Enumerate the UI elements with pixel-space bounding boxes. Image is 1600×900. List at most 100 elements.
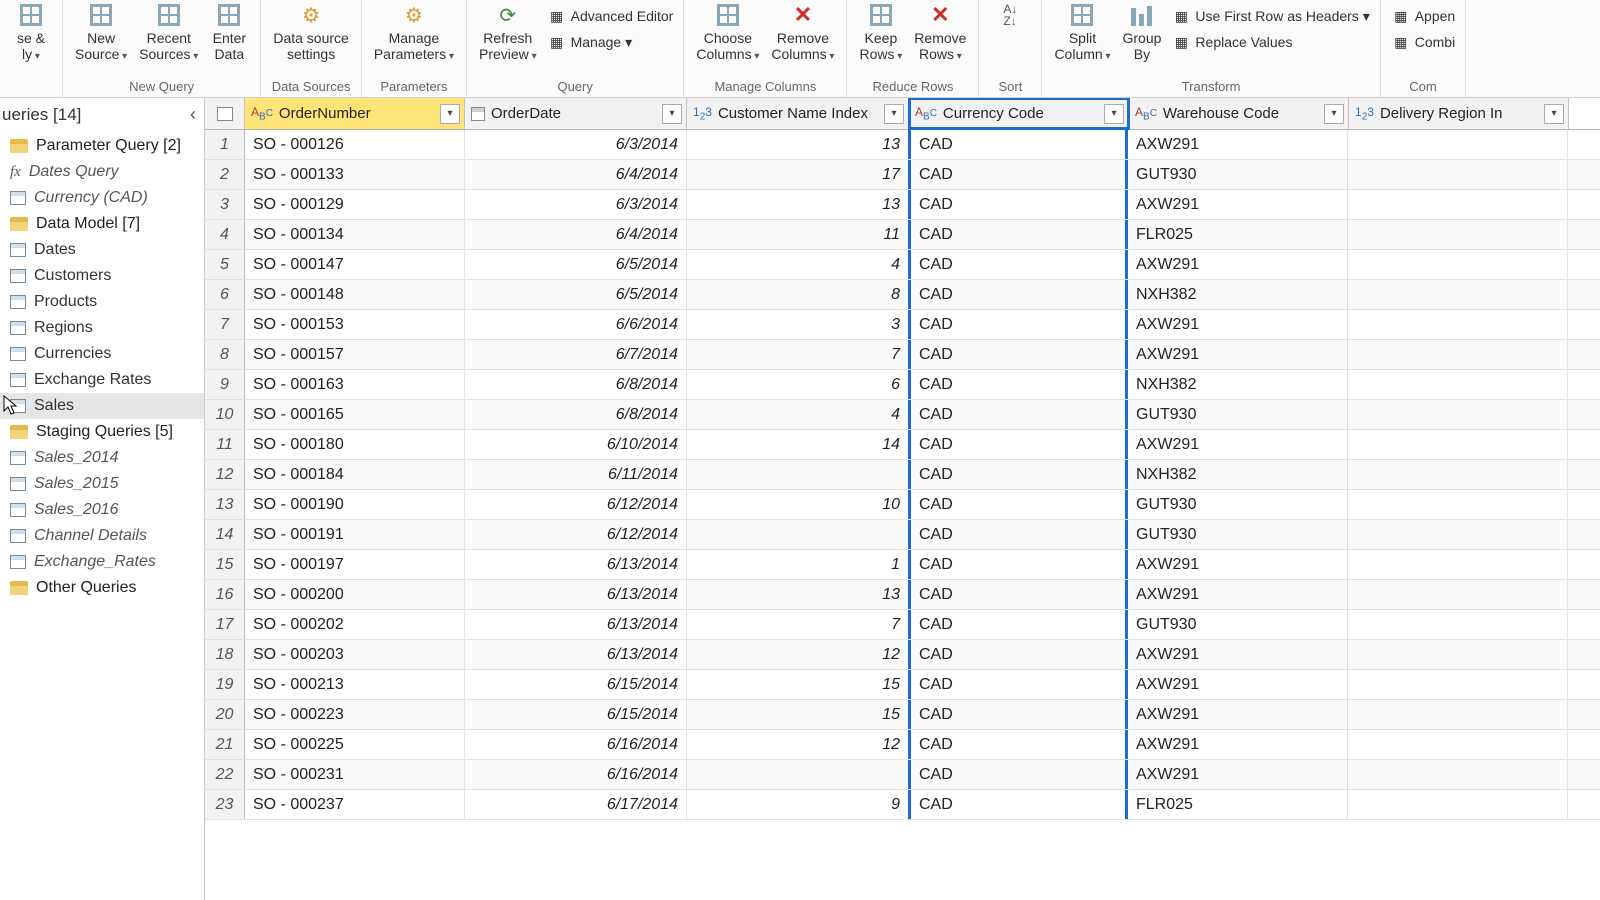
cell-currency-code[interactable]: CAD [908, 370, 1128, 399]
query-sales-2014[interactable]: Sales_2014 [0, 445, 204, 471]
table-row[interactable]: 22SO - 0002316/16/2014CADAXW291 [205, 760, 1600, 790]
cell-orderdate[interactable]: 6/16/2014 [465, 730, 687, 759]
cell-currency-code[interactable]: CAD [908, 280, 1128, 309]
collapse-pane-icon[interactable]: ‹ [190, 104, 196, 125]
cell-delivery-region[interactable] [1348, 160, 1568, 189]
cell-orderdate[interactable]: 6/13/2014 [465, 640, 687, 669]
cell-currency-code[interactable]: CAD [908, 760, 1128, 789]
cell-warehouse-code[interactable]: AXW291 [1128, 430, 1348, 459]
table-row[interactable]: 13SO - 0001906/12/201410CADGUT930 [205, 490, 1600, 520]
cell-customer-index[interactable]: 10 [687, 490, 909, 519]
cell-customer-index[interactable]: 1 [687, 550, 909, 579]
cell-ordernumber[interactable]: SO - 000190 [245, 490, 465, 519]
cell-ordernumber[interactable]: SO - 000153 [245, 310, 465, 339]
cell-orderdate[interactable]: 6/12/2014 [465, 520, 687, 549]
cell-delivery-region[interactable] [1348, 550, 1568, 579]
cell-ordernumber[interactable]: SO - 000157 [245, 340, 465, 369]
cell-delivery-region[interactable] [1348, 370, 1568, 399]
query-regions[interactable]: Regions [0, 315, 204, 341]
column-ordernumber[interactable]: ABCOrderNumber▾ [245, 98, 465, 129]
cell-ordernumber[interactable]: SO - 000133 [245, 160, 465, 189]
cell-orderdate[interactable]: 6/17/2014 [465, 790, 687, 819]
cell-warehouse-code[interactable]: AXW291 [1128, 310, 1348, 339]
table-row[interactable]: 4SO - 0001346/4/201411CADFLR025 [205, 220, 1600, 250]
row-number[interactable]: 12 [205, 460, 245, 489]
filter-button[interactable]: ▾ [1104, 104, 1124, 124]
cell-warehouse-code[interactable]: AXW291 [1128, 700, 1348, 729]
row-number[interactable]: 21 [205, 730, 245, 759]
query-currencies[interactable]: Currencies [0, 341, 204, 367]
cell-warehouse-code[interactable]: GUT930 [1128, 610, 1348, 639]
table-row[interactable]: 20SO - 0002236/15/201415CADAXW291 [205, 700, 1600, 730]
cell-customer-index[interactable] [687, 460, 909, 489]
cell-warehouse-code[interactable]: AXW291 [1128, 580, 1348, 609]
column-customer-name-index[interactable]: 123Customer Name Index▾ [687, 98, 909, 129]
cell-customer-index[interactable]: 14 [687, 430, 909, 459]
folder-other-queries[interactable]: Other Queries [0, 575, 204, 601]
cell-delivery-region[interactable] [1348, 220, 1568, 249]
cell-delivery-region[interactable] [1348, 580, 1568, 609]
cell-customer-index[interactable]: 7 [687, 610, 909, 639]
folder-data-model[interactable]: Data Model [7] [0, 211, 204, 237]
cell-orderdate[interactable]: 6/8/2014 [465, 370, 687, 399]
column-warehouse-code[interactable]: ABCWarehouse Code▾ [1129, 98, 1349, 129]
cell-delivery-region[interactable] [1348, 490, 1568, 519]
cell-ordernumber[interactable]: SO - 000129 [245, 190, 465, 219]
cell-currency-code[interactable]: CAD [908, 310, 1128, 339]
cell-warehouse-code[interactable]: AXW291 [1128, 130, 1348, 159]
row-number[interactable]: 20 [205, 700, 245, 729]
cell-warehouse-code[interactable]: AXW291 [1128, 340, 1348, 369]
cell-customer-index[interactable] [687, 520, 909, 549]
table-body[interactable]: 1SO - 0001266/3/201413CADAXW2912SO - 000… [205, 130, 1600, 900]
cell-orderdate[interactable]: 6/16/2014 [465, 760, 687, 789]
cell-orderdate[interactable]: 6/5/2014 [465, 250, 687, 279]
cell-customer-index[interactable]: 4 [687, 250, 909, 279]
cell-ordernumber[interactable]: SO - 000134 [245, 220, 465, 249]
cell-currency-code[interactable]: CAD [908, 250, 1128, 279]
table-row[interactable]: 16SO - 0002006/13/201413CADAXW291 [205, 580, 1600, 610]
table-row[interactable]: 3SO - 0001296/3/201413CADAXW291 [205, 190, 1600, 220]
table-row[interactable]: 6SO - 0001486/5/20148CADNXH382 [205, 280, 1600, 310]
table-row[interactable]: 10SO - 0001656/8/20144CADGUT930 [205, 400, 1600, 430]
table-row[interactable]: 5SO - 0001476/5/20144CADAXW291 [205, 250, 1600, 280]
cell-currency-code[interactable]: CAD [908, 430, 1128, 459]
cell-ordernumber[interactable]: SO - 000203 [245, 640, 465, 669]
row-number[interactable]: 13 [205, 490, 245, 519]
column-currency-code[interactable]: ABCCurrency Code▾ [909, 98, 1129, 129]
row-number[interactable]: 17 [205, 610, 245, 639]
cell-ordernumber[interactable]: SO - 000147 [245, 250, 465, 279]
cell-delivery-region[interactable] [1348, 760, 1568, 789]
cell-currency-code[interactable]: CAD [908, 520, 1128, 549]
cell-currency-code[interactable]: CAD [908, 160, 1128, 189]
table-row[interactable]: 7SO - 0001536/6/20143CADAXW291 [205, 310, 1600, 340]
cell-customer-index[interactable]: 12 [687, 640, 909, 669]
cell-orderdate[interactable]: 6/3/2014 [465, 190, 687, 219]
cell-delivery-region[interactable] [1348, 430, 1568, 459]
cell-customer-index[interactable]: 17 [687, 160, 909, 189]
cell-warehouse-code[interactable]: FLR025 [1128, 220, 1348, 249]
cell-customer-index[interactable]: 6 [687, 370, 909, 399]
combine-button[interactable]: ▦Combi [1387, 30, 1459, 54]
cell-customer-index[interactable]: 13 [687, 190, 909, 219]
cell-orderdate[interactable]: 6/7/2014 [465, 340, 687, 369]
cell-warehouse-code[interactable]: AXW291 [1128, 640, 1348, 669]
cell-ordernumber[interactable]: SO - 000184 [245, 460, 465, 489]
cell-currency-code[interactable]: CAD [908, 490, 1128, 519]
row-number[interactable]: 6 [205, 280, 245, 309]
cell-warehouse-code[interactable]: AXW291 [1128, 550, 1348, 579]
cell-ordernumber[interactable]: SO - 000197 [245, 550, 465, 579]
cell-orderdate[interactable]: 6/15/2014 [465, 700, 687, 729]
cell-delivery-region[interactable] [1348, 400, 1568, 429]
cell-delivery-region[interactable] [1348, 790, 1568, 819]
append-button[interactable]: ▦Appen [1387, 4, 1459, 28]
cell-warehouse-code[interactable]: GUT930 [1128, 490, 1348, 519]
row-number[interactable]: 4 [205, 220, 245, 249]
cell-currency-code[interactable]: CAD [908, 130, 1128, 159]
folder-staging-queries[interactable]: Staging Queries [5] [0, 419, 204, 445]
query-sales-2015[interactable]: Sales_2015 [0, 471, 204, 497]
remove-rows-button[interactable]: ✕Remove Rows [908, 0, 972, 63]
cell-orderdate[interactable]: 6/4/2014 [465, 220, 687, 249]
cell-delivery-region[interactable] [1348, 130, 1568, 159]
cell-ordernumber[interactable]: SO - 000180 [245, 430, 465, 459]
cell-delivery-region[interactable] [1348, 700, 1568, 729]
